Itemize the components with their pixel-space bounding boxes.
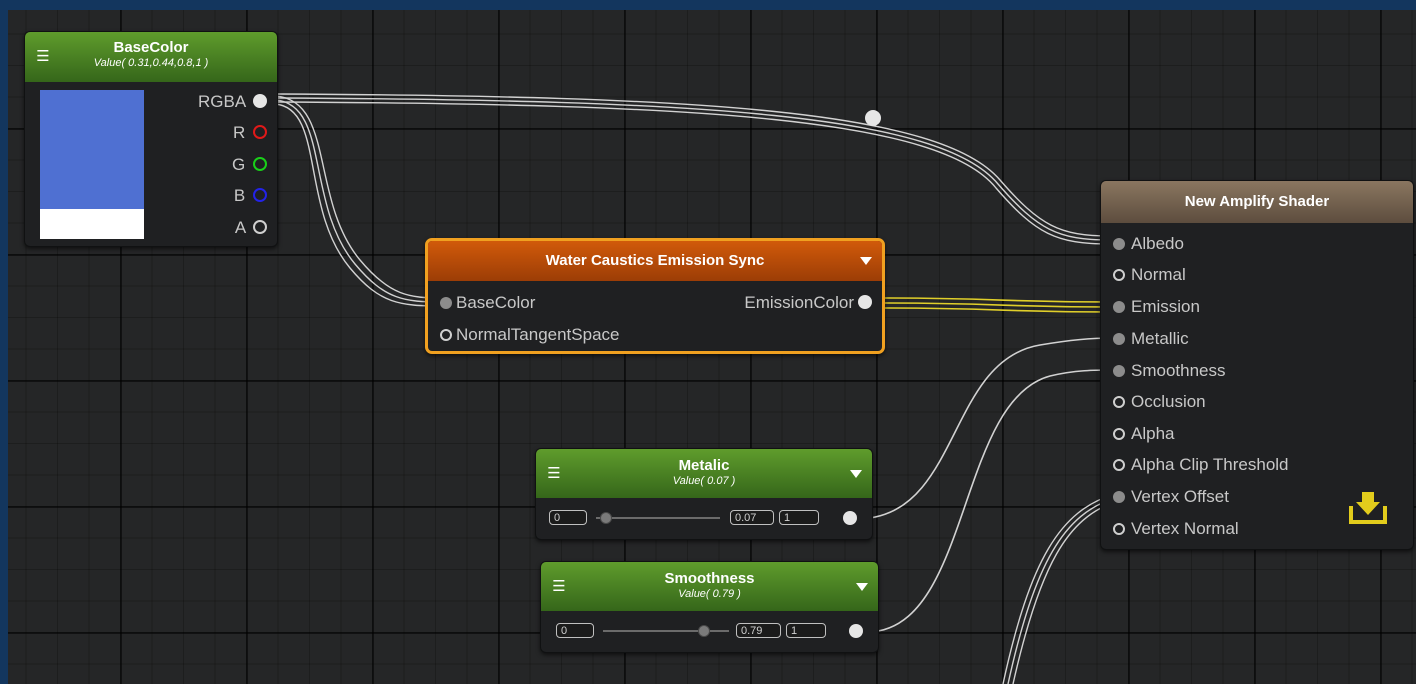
- input-port-normaltangentspace[interactable]: NormalTangentSpace: [440, 326, 619, 344]
- port-dot[interactable]: [1113, 333, 1125, 345]
- min-field[interactable]: 0: [556, 623, 594, 638]
- color-preview-swatch[interactable]: [40, 90, 144, 209]
- input-port-alpha-clip-threshold[interactable]: Alpha Clip Threshold: [1113, 456, 1289, 474]
- input-port-occlusion[interactable]: Occlusion: [1113, 393, 1206, 411]
- port-dot[interactable]: [1113, 396, 1125, 408]
- port-dot[interactable]: [1113, 238, 1125, 250]
- water-caustics-node-header[interactable]: Water Caustics Emission Sync: [428, 241, 882, 281]
- dropdown-arrow-icon[interactable]: [860, 257, 872, 265]
- port-dot[interactable]: [440, 297, 452, 309]
- node-value: Value( 0.31,0.44,0.8,1 ): [93, 57, 209, 69]
- port-dot[interactable]: [1113, 301, 1125, 313]
- value-field[interactable]: 0.79: [736, 623, 781, 638]
- port-dot[interactable]: [253, 94, 267, 108]
- output-port-g[interactable]: G: [232, 156, 267, 174]
- input-port-metallic[interactable]: Metallic: [1113, 330, 1189, 348]
- output-port-r[interactable]: R: [233, 124, 267, 142]
- node-title: Smoothness: [664, 570, 755, 587]
- slider-handle[interactable]: [697, 625, 710, 637]
- input-port-normal[interactable]: Normal: [1113, 266, 1186, 284]
- slider-track[interactable]: [603, 630, 729, 632]
- input-port-vertex-offset[interactable]: Vertex Offset: [1113, 488, 1229, 506]
- node-title: New Amplify Shader: [1184, 193, 1330, 210]
- metalic-node[interactable]: ☰ Metalic Value( 0.07 ) 0 0.07 1: [535, 448, 873, 540]
- output-port-a[interactable]: A: [235, 219, 267, 237]
- output-node-header[interactable]: New Amplify Shader: [1101, 181, 1413, 223]
- slider-track[interactable]: [596, 517, 720, 519]
- port-dot[interactable]: [1113, 523, 1125, 535]
- node-value: Value( 0.07 ): [672, 475, 736, 487]
- port-dot[interactable]: [253, 125, 267, 139]
- input-port-basecolor[interactable]: BaseColor: [440, 294, 535, 312]
- input-port-albedo[interactable]: Albedo: [1113, 235, 1184, 253]
- output-port-emissioncolor[interactable]: EmissionColor: [744, 294, 872, 312]
- port-dot[interactable]: [1113, 269, 1125, 281]
- metalic-node-header[interactable]: ☰ Metalic Value( 0.07 ): [536, 449, 872, 498]
- max-field[interactable]: 1: [786, 623, 826, 638]
- node-value: Value( 0.79 ): [678, 588, 741, 600]
- dropdown-arrow-icon[interactable]: [856, 582, 868, 591]
- output-node[interactable]: New Amplify Shader Albedo Normal Emissio…: [1100, 180, 1414, 550]
- port-dot[interactable]: [1113, 491, 1125, 503]
- port-dot[interactable]: [1113, 459, 1125, 471]
- min-field[interactable]: 0: [549, 510, 587, 525]
- port-dot[interactable]: [253, 157, 267, 171]
- menu-icon[interactable]: ☰: [551, 578, 567, 595]
- output-port-rgba[interactable]: RGBA: [198, 93, 267, 111]
- input-port-smoothness[interactable]: Smoothness: [1113, 362, 1226, 380]
- port-dot[interactable]: [1113, 365, 1125, 377]
- port-dot[interactable]: [1113, 428, 1125, 440]
- port-dot[interactable]: [253, 188, 267, 202]
- node-title: BaseColor: [113, 39, 189, 56]
- menu-icon[interactable]: ☰: [35, 49, 51, 65]
- port-dot[interactable]: [253, 220, 267, 234]
- port-dot[interactable]: [440, 329, 452, 341]
- node-title: Water Caustics Emission Sync: [545, 252, 765, 269]
- output-port-b[interactable]: B: [234, 187, 267, 205]
- menu-icon[interactable]: ☰: [546, 465, 562, 482]
- slider-handle[interactable]: [599, 512, 612, 524]
- water-caustics-node[interactable]: Water Caustics Emission Sync BaseColor N…: [425, 238, 885, 354]
- basecolor-node-header[interactable]: ☰ BaseColor Value( 0.31,0.44,0.8,1 ): [25, 32, 277, 82]
- smoothness-node-header[interactable]: ☰ Smoothness Value( 0.79 ): [541, 562, 878, 611]
- input-port-vertex-normal[interactable]: Vertex Normal: [1113, 520, 1239, 538]
- input-port-alpha[interactable]: Alpha: [1113, 425, 1174, 443]
- smoothness-node[interactable]: ☰ Smoothness Value( 0.79 ) 0 0.79 1: [540, 561, 879, 653]
- dropdown-arrow-icon[interactable]: [850, 469, 862, 478]
- input-port-emission[interactable]: Emission: [1113, 298, 1200, 316]
- node-title: Metalic: [678, 457, 730, 474]
- download-icon[interactable]: [1348, 488, 1388, 528]
- output-port-dot[interactable]: [849, 624, 863, 638]
- output-port-dot[interactable]: [843, 511, 857, 525]
- alpha-preview-swatch: [40, 209, 144, 239]
- value-field[interactable]: 0.07: [730, 510, 774, 525]
- basecolor-node[interactable]: ☰ BaseColor Value( 0.31,0.44,0.8,1 ) RGB…: [24, 31, 278, 247]
- max-field[interactable]: 1: [779, 510, 819, 525]
- port-dot[interactable]: [858, 295, 872, 309]
